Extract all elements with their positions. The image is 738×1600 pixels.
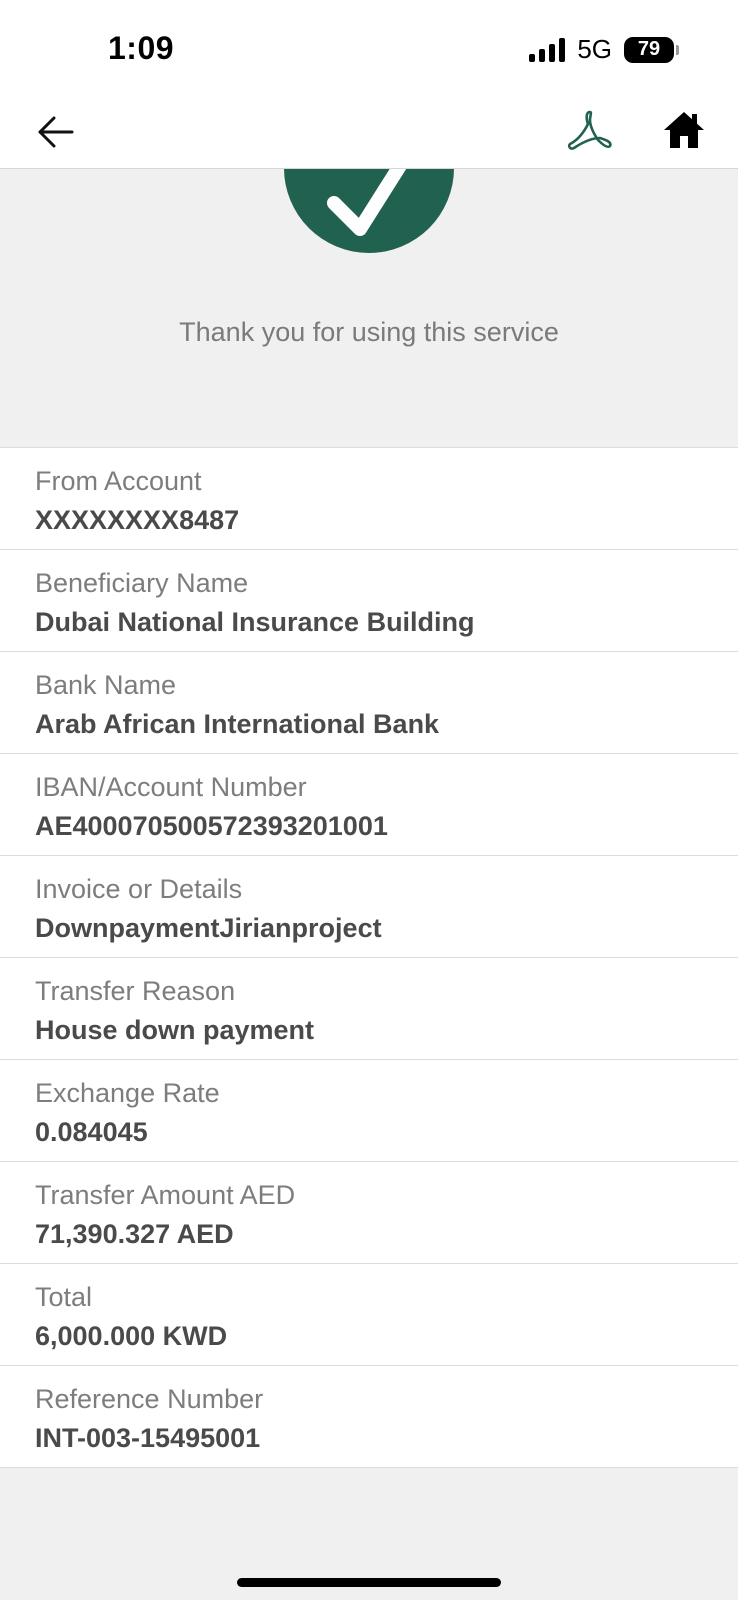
detail-label: From Account: [35, 466, 202, 496]
status-indicators: 5G 79: [529, 34, 679, 65]
success-message: Thank you for using this service: [179, 317, 559, 347]
detail-value: 71,390.327 AED: [35, 1219, 234, 1249]
detail-value: 6,000.000 KWD: [35, 1321, 228, 1351]
pdf-icon[interactable]: [566, 108, 614, 154]
detail-row-bank-name: Bank Name Arab African International Ban…: [0, 652, 738, 754]
detail-row-invoice: Invoice or Details DownpaymentJirianproj…: [0, 856, 738, 958]
checkmark-icon: [327, 169, 407, 236]
battery-level: 79: [637, 38, 661, 60]
home-icon[interactable]: [662, 108, 706, 152]
detail-row-from-account: From Account XXXXXXXX8487: [0, 448, 738, 550]
signal-icon: [529, 37, 566, 62]
success-circle: [284, 169, 454, 253]
detail-label: Transfer Reason: [35, 976, 236, 1006]
detail-label: Exchange Rate: [35, 1078, 220, 1108]
top-nav-bar: [0, 96, 738, 169]
detail-label: Transfer Amount AED: [35, 1180, 296, 1210]
detail-value: House down payment: [35, 1015, 315, 1045]
detail-value: AE400070500572393201001: [35, 811, 388, 841]
detail-label: Reference Number: [35, 1384, 264, 1414]
network-type: 5G: [577, 34, 612, 64]
detail-row-beneficiary-name: Beneficiary Name Dubai National Insuranc…: [0, 550, 738, 652]
detail-label: Bank Name: [35, 670, 177, 700]
detail-row-total: Total 6,000.000 KWD: [0, 1264, 738, 1366]
transfer-details-list: From Account XXXXXXXX8487 Beneficiary Na…: [0, 447, 738, 1468]
detail-value: DownpaymentJirianproject: [35, 913, 382, 943]
status-bar: 1:09 5G 79: [0, 0, 738, 96]
home-indicator[interactable]: [237, 1578, 501, 1587]
detail-row-reference-number: Reference Number INT-003-15495001: [0, 1366, 738, 1468]
detail-label: Invoice or Details: [35, 874, 243, 904]
success-panel: Thank you for using this service: [0, 169, 738, 447]
battery-icon: 79: [624, 36, 679, 63]
detail-value: Arab African International Bank: [35, 709, 440, 739]
detail-row-transfer-reason: Transfer Reason House down payment: [0, 958, 738, 1060]
detail-value: XXXXXXXX8487: [35, 505, 240, 535]
detail-row-iban: IBAN/Account Number AE400070500572393201…: [0, 754, 738, 856]
detail-row-exchange-rate: Exchange Rate 0.084045: [0, 1060, 738, 1162]
detail-label: Beneficiary Name: [35, 568, 249, 598]
detail-value: INT-003-15495001: [35, 1423, 261, 1453]
detail-row-transfer-amount: Transfer Amount AED 71,390.327 AED: [0, 1162, 738, 1264]
detail-value: Dubai National Insurance Building: [35, 607, 475, 637]
detail-label: IBAN/Account Number: [35, 772, 307, 802]
detail-label: Total: [35, 1282, 93, 1312]
status-time: 1:09: [108, 30, 175, 66]
back-arrow-icon[interactable]: [36, 112, 76, 152]
detail-value: 0.084045: [35, 1117, 148, 1147]
